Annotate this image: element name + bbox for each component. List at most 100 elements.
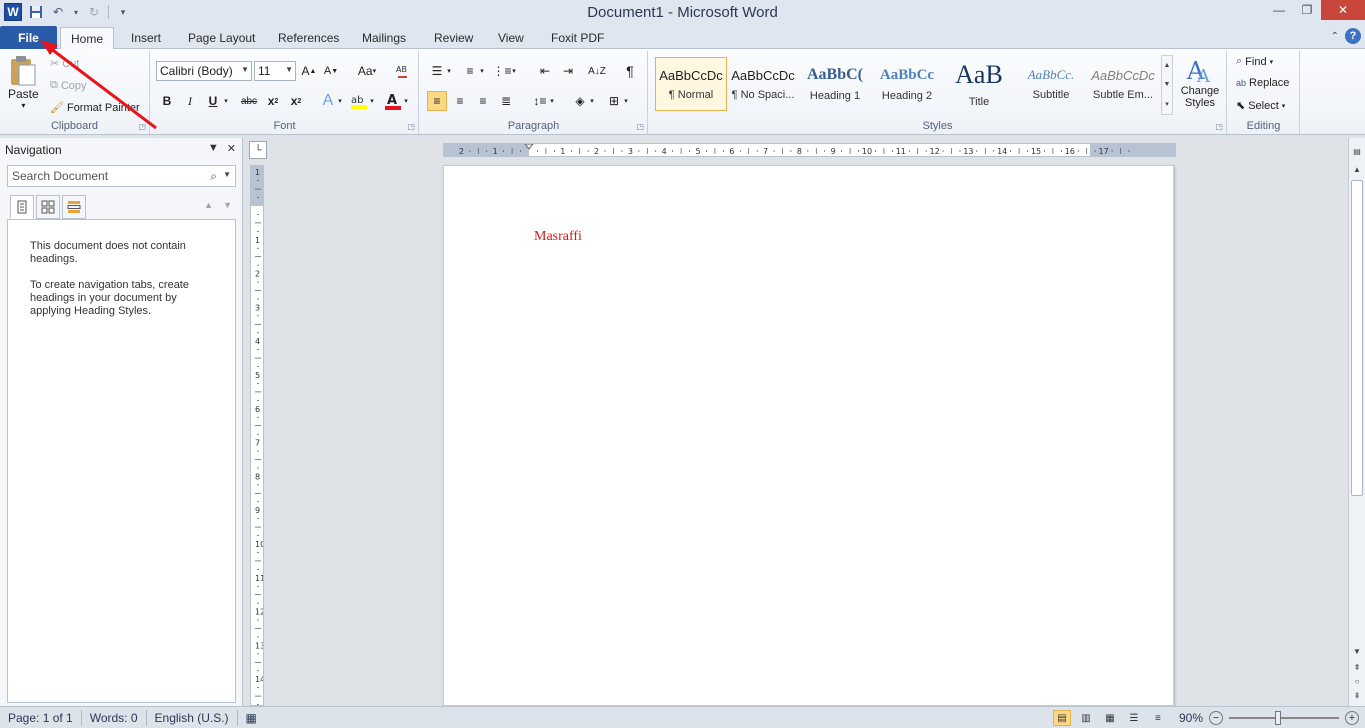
previous-heading-icon[interactable]: ▲ [204,200,213,210]
minimize-ribbon-icon[interactable]: ⌃ [1331,31,1339,42]
gallery-up-icon[interactable]: ▲ [1164,62,1171,69]
select-button[interactable]: ⬉ Select ▾ [1236,99,1285,113]
tab-home[interactable]: Home [60,27,115,50]
decrease-indent-icon[interactable]: ⇤ [535,61,555,81]
full-screen-reading-icon[interactable]: ▥ [1077,710,1095,726]
nav-options-dropdown-icon[interactable]: ▼ [208,142,219,155]
browse-headings-tab-icon[interactable] [10,195,34,219]
bold-icon[interactable]: B [157,91,177,111]
help-icon[interactable]: ? [1345,28,1361,44]
restore-icon[interactable]: ❐ [1293,0,1321,20]
ruler-toggle-icon[interactable]: ▤ [1350,144,1364,158]
vertical-scrollbar[interactable]: ▤ ▲ ▼ ⇞ ○ ⇟ [1348,138,1365,706]
search-document-input[interactable]: Search Document ⌕ ▼ [7,165,236,187]
next-page-icon[interactable]: ⇟ [1350,688,1364,702]
styles-gallery-scroll[interactable]: ▲ ▼ ▾ [1161,55,1173,115]
print-layout-icon[interactable]: ▤ [1052,710,1071,726]
tab-references[interactable]: References [268,27,349,49]
find-button[interactable]: ⌕ Find ▾ [1236,55,1273,68]
cut-button[interactable]: ✂ Cut [50,57,79,71]
align-right-icon[interactable]: ≡ [473,91,493,111]
minimize-icon[interactable]: — [1265,0,1293,20]
style-subtle-emphasis[interactable]: AaBbCcDc Subtle Em... [1087,57,1159,111]
text-effects-dropdown-icon[interactable]: ▾ [335,91,345,111]
tab-foxit-pdf[interactable]: Foxit PDF [541,27,614,49]
copy-button[interactable]: ⧉ Copy [50,79,87,92]
format-painter-button[interactable]: 🖌 Format Painter [50,101,140,115]
zoom-in-icon[interactable]: + [1345,711,1359,725]
strikethrough-icon[interactable]: abc [239,91,259,111]
web-layout-icon[interactable]: ▦ [1101,710,1119,726]
underline-icon[interactable]: U [203,91,223,111]
tab-view[interactable]: View [488,27,534,49]
font-size-combo[interactable]: 11 ▼ [254,61,296,81]
font-color-icon[interactable]: A [383,91,403,111]
change-case-button[interactable]: Aa ▾ [354,61,380,81]
gallery-more-icon[interactable]: ▾ [1165,100,1169,108]
multilevel-dropdown-icon[interactable]: ▾ [509,61,519,81]
scroll-down-icon[interactable]: ▼ [1350,644,1364,658]
bullets-dropdown-icon[interactable]: ▾ [444,61,454,81]
document-text[interactable]: Masraffi [534,229,582,245]
gallery-down-icon[interactable]: ▼ [1164,81,1171,88]
superscript-icon[interactable]: x2 [286,91,306,111]
tab-file[interactable]: File [0,26,57,49]
underline-dropdown-icon[interactable]: ▾ [221,91,231,111]
italic-icon[interactable]: I [180,91,200,111]
word-count-status[interactable]: Words: 0 [82,709,147,726]
clear-formatting-icon[interactable]: AB [393,61,413,81]
sort-icon[interactable]: A↓Z [587,61,607,81]
tab-review[interactable]: Review [424,27,483,49]
search-dropdown-icon[interactable]: ▼ [223,170,231,179]
clipboard-launcher-icon[interactable]: ◳ [138,122,146,131]
tab-page-layout[interactable]: Page Layout [178,27,265,49]
zoom-slider[interactable] [1229,711,1339,725]
align-center-icon[interactable]: ≡ [450,91,470,111]
scroll-up-icon[interactable]: ▲ [1350,162,1364,176]
vertical-ruler[interactable]: 1 1 2 3 4 5 6 7 8 9 10 11 12 13 14 [250,165,264,706]
paragraph-launcher-icon[interactable]: ◳ [636,122,644,131]
style-no-spacing[interactable]: AaBbCcDc ¶ No Spaci... [727,57,799,111]
highlight-dropdown-icon[interactable]: ▾ [367,91,377,111]
language-status[interactable]: English (U.S.) [147,709,238,726]
select-browse-object-icon[interactable]: ○ [1350,674,1364,688]
tab-insert[interactable]: Insert [121,27,171,49]
style-normal[interactable]: AaBbCcDc ¶ Normal [655,57,727,111]
zoom-level[interactable]: 90% [1179,711,1203,725]
font-name-combo[interactable]: Calibri (Body) ▼ [156,61,252,81]
scroll-thumb[interactable] [1351,180,1363,496]
previous-page-icon[interactable]: ⇞ [1350,660,1364,674]
page-count-status[interactable]: Page: 1 of 1 [0,709,82,726]
horizontal-ruler[interactable]: 2 1 1 2 3 4 5 6 7 8 9 10 11 12 13 14 15 16 17 [443,143,1176,157]
subscript-icon[interactable]: x2 [263,91,283,111]
tab-mailings[interactable]: Mailings [352,27,416,49]
close-icon[interactable]: ✕ [1321,0,1365,20]
increase-indent-icon[interactable]: ⇥ [558,61,578,81]
borders-dropdown-icon[interactable]: ▾ [621,91,631,111]
show-formatting-marks-icon[interactable]: ¶ [620,61,640,81]
zoom-out-icon[interactable]: − [1209,711,1223,725]
paste-button[interactable]: Paste ▾ [8,55,39,110]
shrink-font-icon[interactable]: A ▼ [321,61,341,81]
next-heading-icon[interactable]: ▼ [223,200,232,210]
browse-pages-tab-icon[interactable] [36,195,60,219]
nav-close-icon[interactable]: ✕ [227,142,236,155]
font-launcher-icon[interactable]: ◳ [407,122,415,131]
style-heading-1[interactable]: AaBbC( Heading 1 [799,57,871,111]
replace-button[interactable]: ab Replace [1236,77,1289,89]
highlight-color-icon[interactable]: ab [349,91,369,111]
browse-results-tab-icon[interactable] [62,195,86,219]
numbering-dropdown-icon[interactable]: ▾ [477,61,487,81]
zoom-slider-knob[interactable] [1275,711,1282,725]
document-page[interactable]: Masraffi [443,165,1174,706]
style-heading-2[interactable]: AaBbCc Heading 2 [871,57,943,111]
paste-dropdown-icon[interactable]: ▾ [21,101,25,110]
style-subtitle[interactable]: AaBbCc. Subtitle [1015,57,1087,111]
search-icon[interactable]: ⌕ [210,169,217,184]
macro-recording-icon[interactable]: ▦ [238,710,265,726]
change-styles-button[interactable]: AA Change Styles [1177,55,1223,109]
shading-dropdown-icon[interactable]: ▾ [587,91,597,111]
styles-launcher-icon[interactable]: ◳ [1215,122,1223,131]
style-title[interactable]: AaB Title [943,57,1015,111]
grow-font-icon[interactable]: A ▲ [299,61,319,81]
